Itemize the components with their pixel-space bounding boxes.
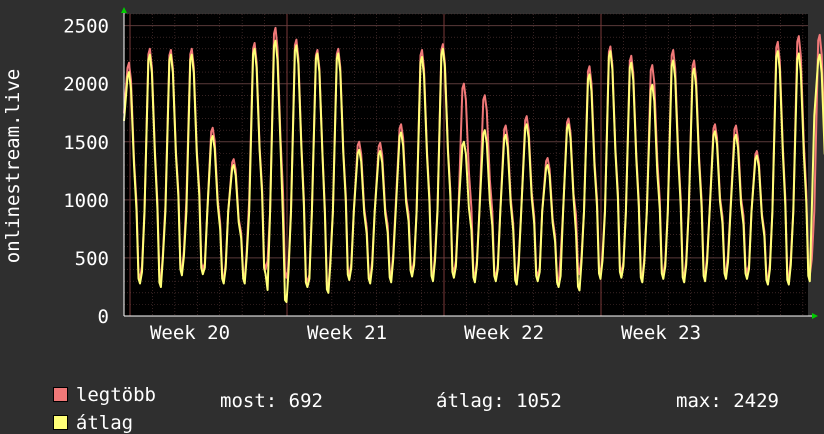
y-axis-label: onlinestream.live [2,69,24,263]
y-tick-label: 2500 [63,16,109,38]
stat-max: max: 2429 [676,390,779,412]
legend-label-atlag: átlag [75,412,134,434]
usage-chart: 0 500 1000 1500 2000 2500 Week 20 Week 21 Week 2… [2,7,824,344]
y-tick-label: 1500 [63,132,109,154]
legend-item-atlag: átlag [30,390,133,434]
stat-now: most: 692 [220,390,323,412]
x-axis-arrow [812,313,818,319]
y-tick-label: 0 [98,306,109,328]
x-tick-label: Week 22 [464,322,544,344]
y-axis-arrow [121,7,127,13]
y-tick-label: 2000 [63,74,109,96]
y-tick-label: 500 [75,248,109,270]
stat-average: átlag: 1052 [436,390,562,412]
legend-swatch-atlag [52,415,68,430]
x-tick-label: Week 21 [307,322,387,344]
x-tick-label: Week 23 [621,322,701,344]
x-tick-label: Week 20 [150,322,230,344]
y-tick-label: 1000 [63,190,109,212]
